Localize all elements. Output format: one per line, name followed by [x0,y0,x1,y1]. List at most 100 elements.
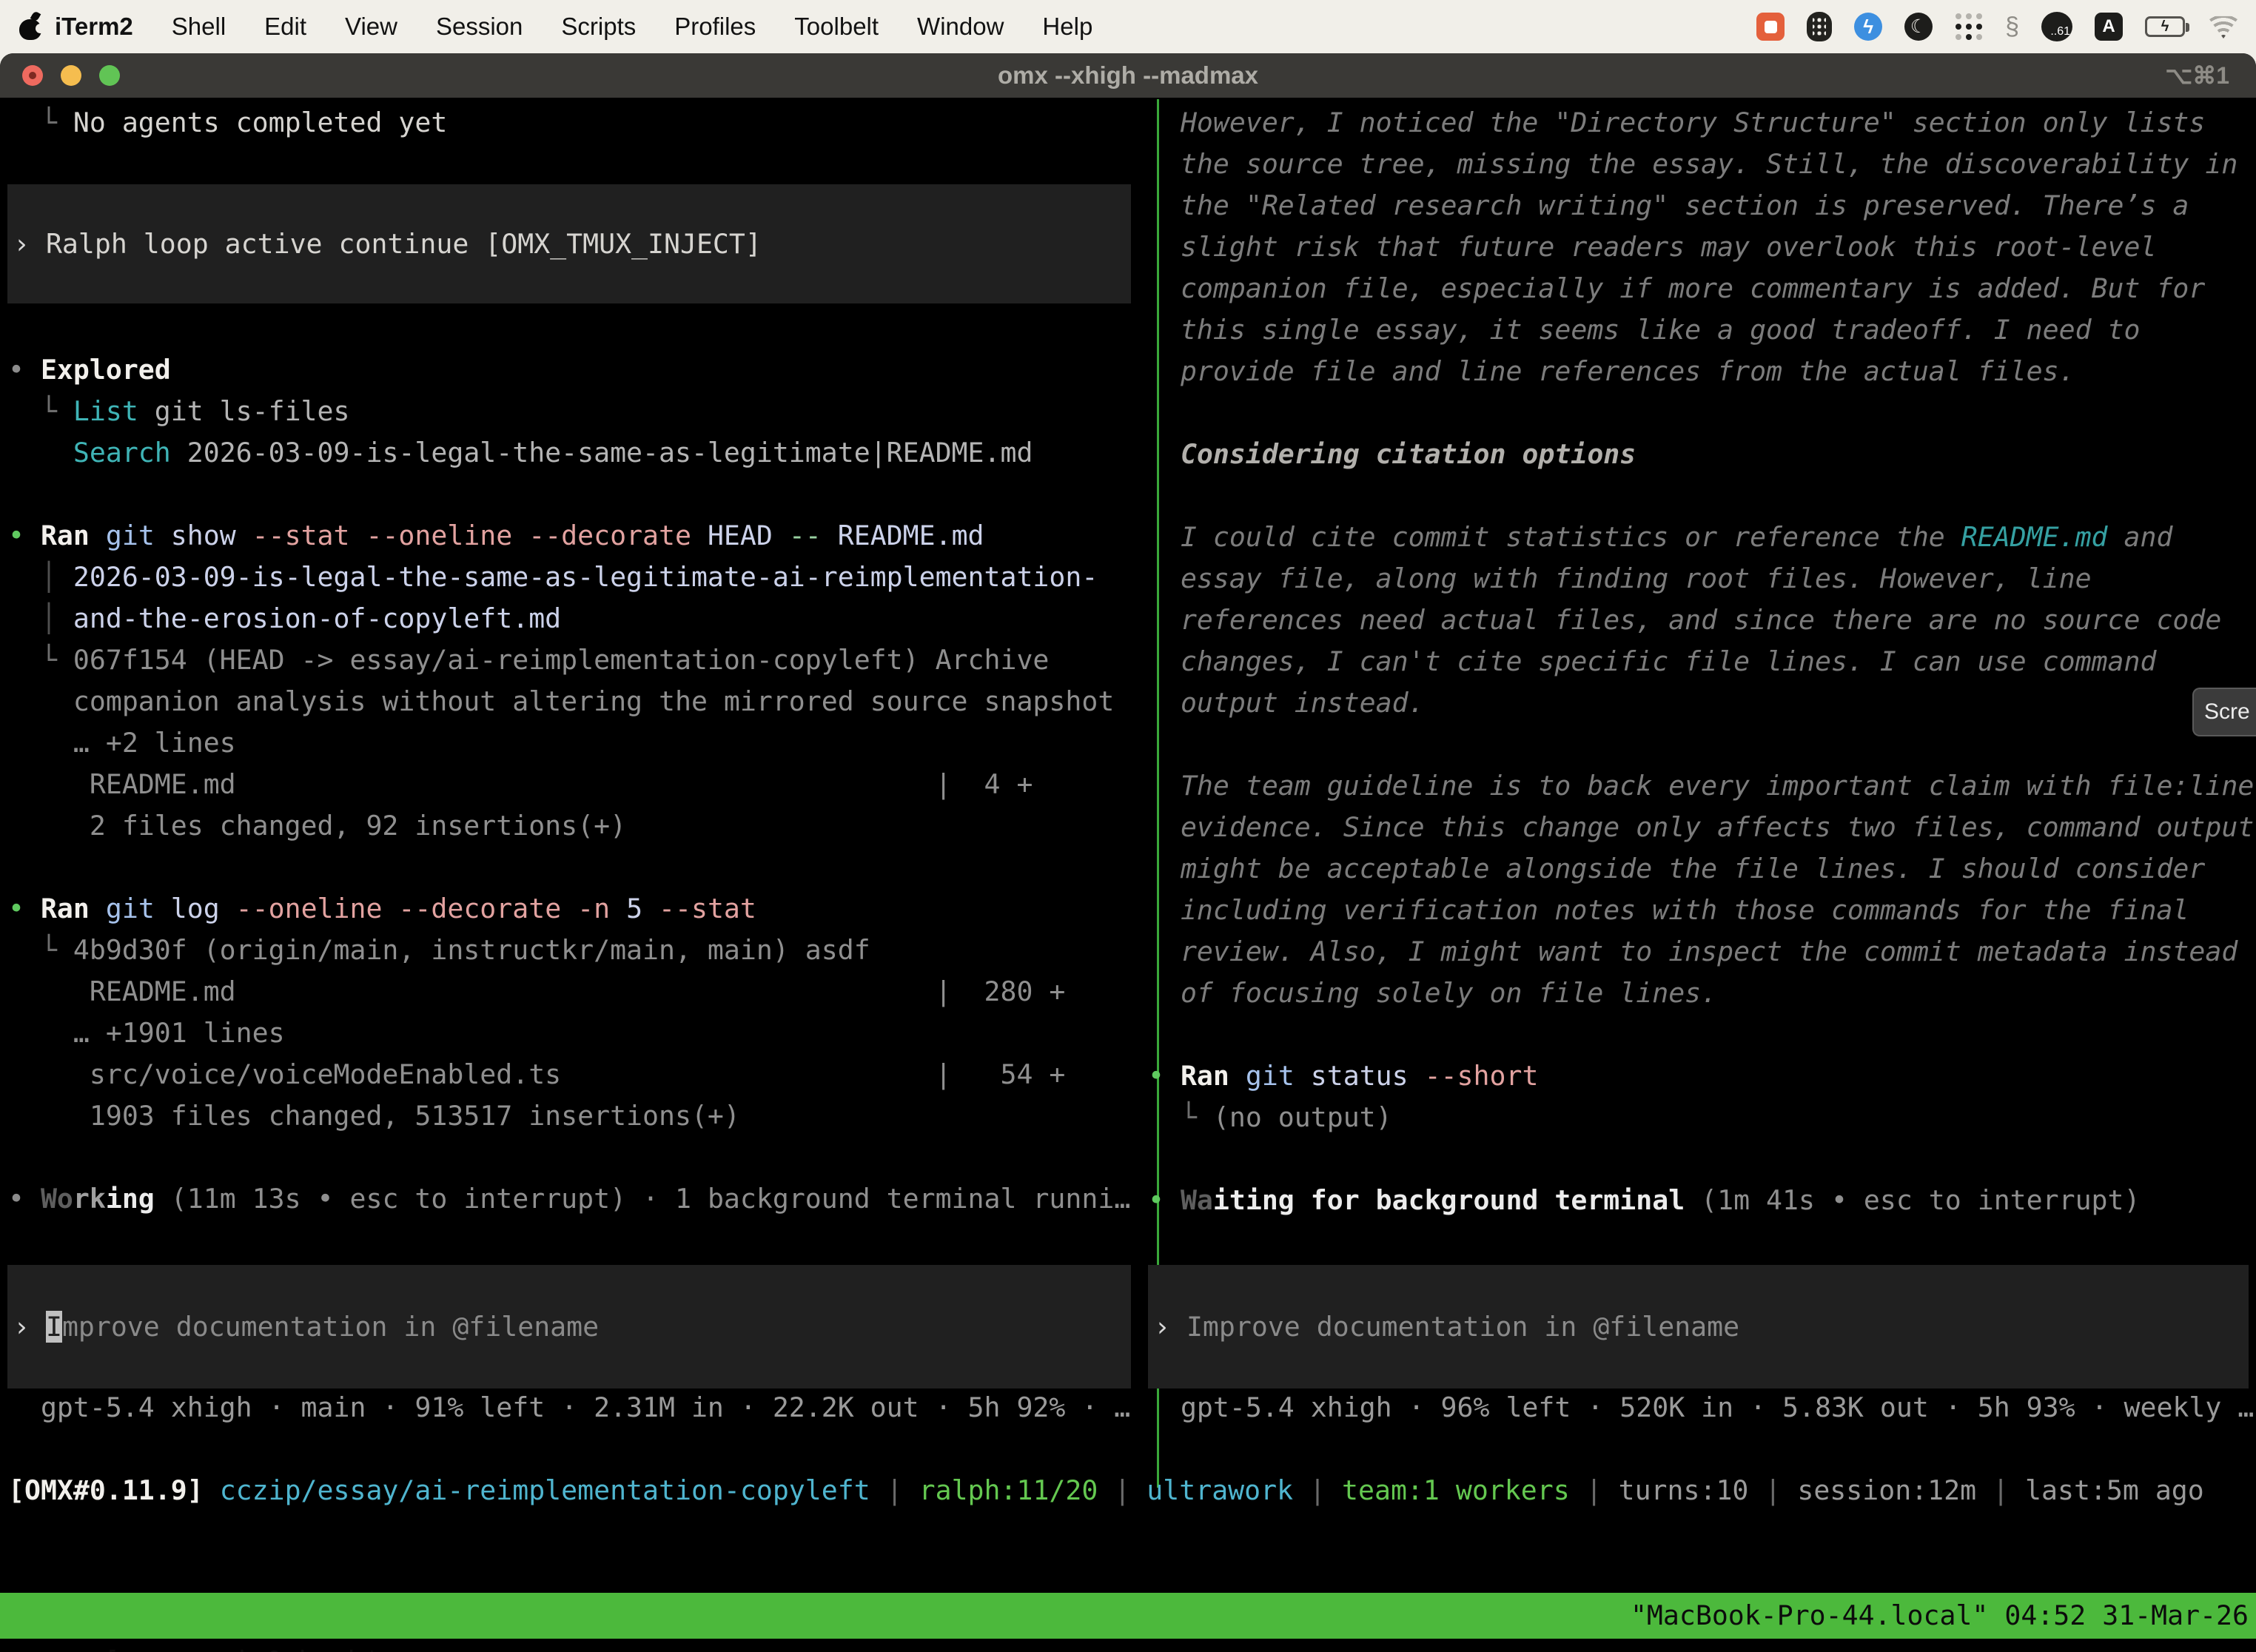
terminal-line: review. Also, I might want to inspect th… [1148,931,2254,973]
menu-toolbelt[interactable]: Toolbelt [794,13,879,41]
input-source-icon[interactable]: A [2095,13,2123,41]
dot [1966,34,1972,40]
dot [1955,13,1961,19]
dot [1955,34,1961,40]
tmux-host-clock: "MacBook-Pro-44.local" 04:52 31-Mar-26 [1631,1593,2249,1639]
menu-window[interactable]: Window [917,13,1004,41]
terminal-line: • Ran git status --short [1148,1055,2254,1097]
menu-profiles[interactable]: Profiles [674,13,756,41]
menu-view[interactable]: View [345,13,397,41]
dot [1966,13,1972,19]
terminal-content: └ No agents completed yet › Ralph loop a… [0,98,2256,1652]
dot [1976,13,1982,19]
terminal-line: README.md | 280 + [8,971,1130,1013]
dots-grid-icon[interactable] [1955,13,1983,41]
screen-share-overlay-label: Scre [2204,699,2250,725]
title-bar[interactable]: omx --xhigh --madmax ⌥⌘1 [0,53,2256,98]
menu-iterm2[interactable]: iTerm2 [55,13,133,41]
shield-icon[interactable] [1807,12,1832,41]
prompt-input-line: › Improve documentation in @filename [1154,1306,1739,1348]
terminal-line: I could cite commit statistics or refere… [1148,517,2254,558]
iterm2-window: omx --xhigh --madmax ⌥⌘1 └ No agents com… [0,53,2256,1652]
prompt-input-line: › Improve documentation in @filename [13,1306,599,1348]
terminal-line: the source tree, missing the essay. Stil… [1148,144,2254,185]
terminal-line: • Explored [8,349,1130,391]
terminal-line [8,1137,1130,1178]
apple-logo-bite [36,24,45,33]
terminal-line: │ and-the-erosion-of-copyleft.md [8,598,1130,639]
menu-items: iTerm2 Shell Edit View Session Scripts P… [55,13,1092,41]
terminal-line: └ No agents completed yet [8,102,447,144]
terminal-line: │ 2026-03-09-is-legal-the-same-as-legiti… [8,557,1130,598]
terminal-line: of focusing solely on file lines. [1148,973,2254,1014]
terminal-line: The team guideline is to back every impo… [1148,765,2254,807]
menu-bar-status-icons: ϟ ☾ § ..61 A ϟ [1756,0,2240,53]
tmux-status-bar: [omx-cczip0:bash* "MacBook-Pro-44.local"… [0,1593,2256,1639]
terminal-line: └ 067f154 (HEAD -> essay/ai-reimplementa… [8,639,1130,681]
terminal-line: references need actual files, and since … [1148,600,2254,641]
menu-edit[interactable]: Edit [264,13,306,41]
terminal-line: Search 2026-03-09-is-legal-the-same-as-l… [8,432,1130,474]
badge-61-icon[interactable]: ..61 [2041,12,2072,41]
terminal-line [8,847,1130,888]
terminal-line [1148,1014,2254,1055]
dot [1976,34,1982,40]
terminal-line: … +2 lines [8,722,1130,764]
left-pane-top: └ No agents completed yet [8,102,447,144]
terminal-line: provide file and line references from th… [1148,351,2254,392]
right-pane-transcript: However, I noticed the "Directory Struct… [1148,102,2254,1221]
terminal-line: src/voice/voiceModeEnabled.ts | 54 + [8,1054,1130,1095]
menu-bar: iTerm2 Shell Edit View Session Scripts P… [0,0,2256,53]
terminal-line: 2 files changed, 92 insertions(+) [8,805,1130,847]
omx-status-text: [OMX#0.11.9] cczip/essay/ai-reimplementa… [8,1470,2204,1511]
ralph-loop-banner: › Ralph loop active continue [OMX_TMUX_I… [7,184,1131,303]
right-prompt-input[interactable]: › Improve documentation in @filename [1148,1265,2249,1389]
terminal-line: evidence. Since this change only affects… [1148,807,2254,848]
left-prompt-input[interactable]: › Improve documentation in @filename [7,1265,1131,1389]
terminal-line: might be acceptable alongside the file l… [1148,848,2254,890]
terminal-line: • Ran git show --stat --oneline --decora… [8,515,1130,557]
wifi-icon[interactable] [2207,15,2240,38]
terminal-line [1148,1138,2254,1180]
menu-scripts[interactable]: Scripts [561,13,636,41]
terminal-line: companion analysis without altering the … [8,681,1130,722]
left-pane-transcript: • Explored └ List git ls-files Search 20… [8,349,1130,1220]
bolt-icon[interactable]: ϟ [1854,13,1882,41]
terminal-line [8,474,1130,515]
omx-status-line: [OMX#0.11.9] cczip/essay/ai-reimplementa… [8,1470,2204,1511]
badge-61-label: ..61 [2050,25,2070,38]
terminal-line: • Working (11m 13s • esc to interrupt) ·… [8,1178,1130,1220]
status-line: gpt-5.4 xhigh · main · 91% left · 2.31M … [8,1387,1130,1428]
menu-shell[interactable]: Shell [172,13,226,41]
screen-share-overlay-button[interactable]: Scre [2192,688,2256,736]
terminal-line: └ (no output) [1148,1097,2254,1138]
terminal-line: companion file, especially if more comme… [1148,268,2254,309]
battery-icon[interactable]: ϟ [2145,16,2185,37]
terminal-line: the "Related research writing" section i… [1148,185,2254,226]
terminal-line [1148,475,2254,517]
window-title: omx --xhigh --madmax [0,53,2256,98]
dot [1955,24,1961,30]
window-shortcut-badge: ⌥⌘1 [2165,53,2229,98]
menu-help[interactable]: Help [1042,13,1092,41]
dot [1966,24,1972,30]
terminal-line: 1903 files changed, 513517 insertions(+) [8,1095,1130,1137]
screen-recording-icon[interactable] [1756,13,1785,41]
left-status-line: gpt-5.4 xhigh · main · 91% left · 2.31M … [8,1387,1130,1428]
tmux-session-label[interactable]: [omx-cczip0:bash* [104,1645,380,1652]
apple-menu-icon[interactable] [19,13,41,40]
terminal-line: essay file, along with finding root file… [1148,558,2254,600]
terminal-line: However, I noticed the "Directory Struct… [1148,102,2254,144]
terminal-line: • Waiting for background terminal (1m 41… [1148,1180,2254,1221]
dragon-icon[interactable]: § [2005,13,2019,41]
moon-icon[interactable]: ☾ [1904,13,1933,41]
chat-bubble-inner [1765,21,1777,33]
menu-session[interactable]: Session [436,13,523,41]
right-status-line: gpt-5.4 xhigh · 96% left · 520K in · 5.8… [1148,1387,2254,1428]
terminal-line: README.md | 4 + [8,764,1130,805]
dot [1976,24,1982,30]
terminal-line: slight risk that future readers may over… [1148,226,2254,268]
terminal-line: Considering citation options [1148,434,2254,475]
terminal-line: including verification notes with those … [1148,890,2254,931]
terminal-line [1148,392,2254,434]
